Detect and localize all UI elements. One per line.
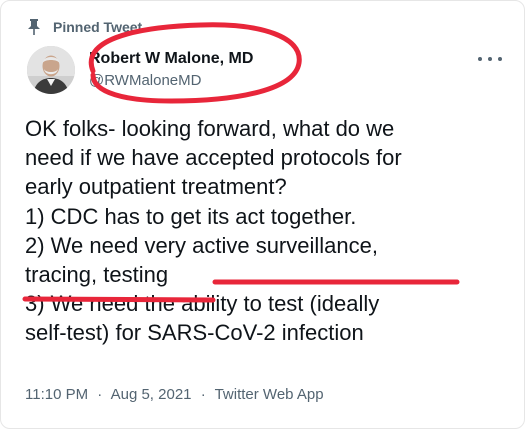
meta-separator: · [200,386,206,403]
tweet-source[interactable]: Twitter Web App [215,386,324,403]
pinned-tweet-header: Pinned Tweet [27,17,142,37]
avatar[interactable] [27,46,75,94]
pin-icon [28,19,40,35]
avatar-photo [27,46,75,94]
author-block[interactable]: Robert W Malone, MD @RWMaloneMD [89,49,253,91]
tweet-line: early outpatient treatment? [25,174,287,200]
more-dot [478,57,482,61]
tweet-meta: 11:10 PM · Aug 5, 2021 · Twitter Web App [25,386,324,403]
tweet-line: 1) CDC has to get its act together. [25,203,357,229]
tweet-line: 3) We need the ability to test (ideally [25,291,380,317]
author-name[interactable]: Robert W Malone, MD [89,49,253,69]
tweet-line: need if we have accepted protocols for [25,145,402,171]
tweet-line: 2) We need very active surveillance, [25,232,378,258]
tweet-time[interactable]: 11:10 PM [25,386,88,403]
more-dot [488,57,492,61]
tweet-date[interactable]: Aug 5, 2021 [111,386,192,403]
tweet-line: OK folks- looking forward, what do we [25,116,395,141]
author-handle[interactable]: @RWMaloneMD [89,71,253,91]
tweet-card: Pinned Tweet Robert W Malone, MD @RWMalo… [0,0,525,429]
pinned-label: Pinned Tweet [53,19,143,35]
more-icon[interactable] [478,51,502,67]
tweet-line: tracing, testing [25,262,169,288]
meta-separator: · [97,386,103,403]
tweet-line: self-test) for SARS-CoV-2 infection [25,320,364,346]
more-dot [498,57,502,61]
tweet-text: OK folks- looking forward, what do we ne… [25,114,495,348]
